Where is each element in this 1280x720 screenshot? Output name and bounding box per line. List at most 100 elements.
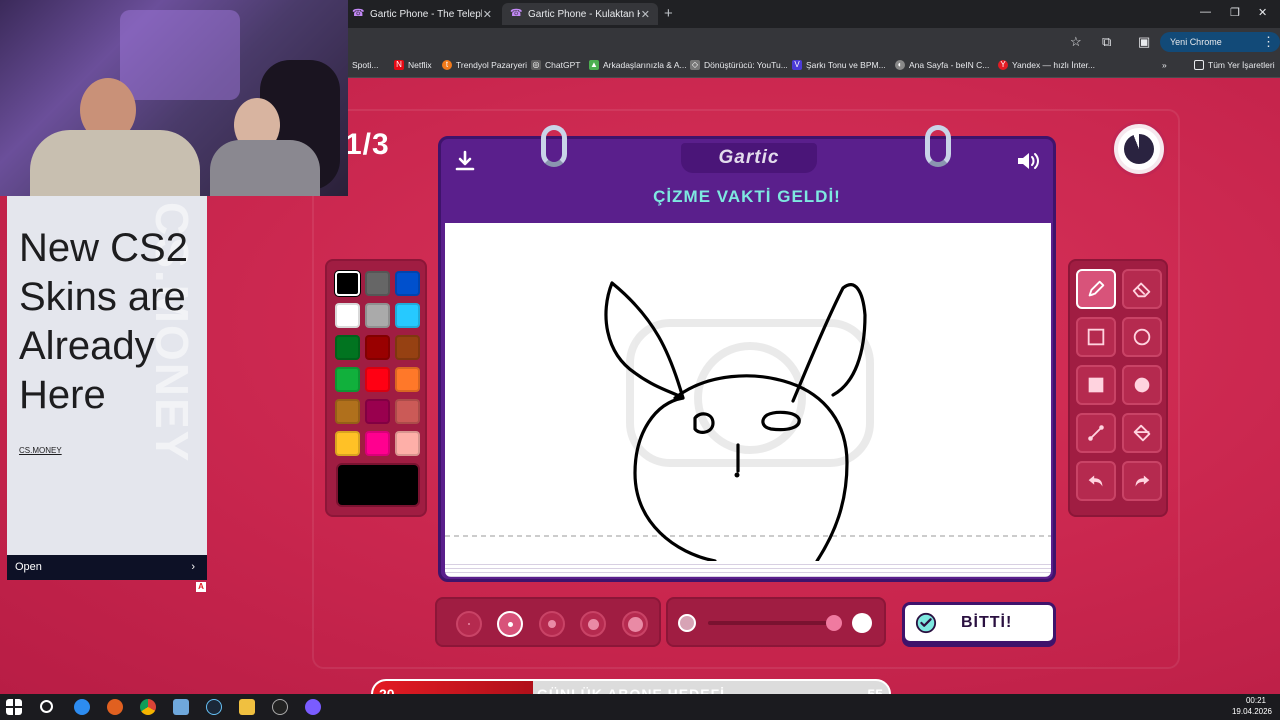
restore-icon[interactable]: ❐ xyxy=(1230,6,1240,19)
color-swatch-orange[interactable] xyxy=(395,367,420,392)
timer-progress xyxy=(1124,134,1154,164)
color-swatch-salmon[interactable] xyxy=(395,399,420,424)
close-tab-icon[interactable]: ✕ xyxy=(483,8,492,21)
undo-icon[interactable] xyxy=(1076,461,1116,501)
search-icon[interactable] xyxy=(40,700,53,713)
chrome-icon[interactable] xyxy=(140,699,156,715)
color-swatch-black[interactable] xyxy=(335,271,360,296)
brush-size-1[interactable] xyxy=(456,611,482,637)
minimize-icon[interactable]: — xyxy=(1200,6,1211,18)
steam-icon[interactable] xyxy=(206,699,222,715)
ad-brand-link[interactable]: CS.MONEY xyxy=(19,446,62,455)
trendyol-icon: t xyxy=(442,60,452,70)
folder-icon xyxy=(1194,60,1204,70)
clock-time[interactable]: 00:21 xyxy=(1246,696,1266,705)
rectangle-fill-icon[interactable] xyxy=(1076,365,1116,405)
tab-title: Gartic Phone - The Telephone ( xyxy=(370,8,482,20)
bookmark-item[interactable]: Y Yandex — hızlı İnter... xyxy=(998,60,1095,70)
color-swatch-white[interactable] xyxy=(335,303,360,328)
color-swatch-brown[interactable] xyxy=(395,335,420,360)
opacity-handle[interactable] xyxy=(826,615,842,631)
bookmarks-overflow-icon[interactable]: » xyxy=(1162,60,1167,70)
color-swatch-blue[interactable] xyxy=(395,271,420,296)
color-swatch-light-gray[interactable] xyxy=(365,303,390,328)
color-swatch-ochre[interactable] xyxy=(335,399,360,424)
color-swatch-plum[interactable] xyxy=(365,399,390,424)
drawing-notebook: Gartic ÇİZME VAKTİ GELDİ! xyxy=(438,125,1056,582)
speaker-icon[interactable] xyxy=(1015,149,1041,173)
current-color-preview[interactable] xyxy=(336,463,420,507)
ad-headline: New CS2 Skins are Already Here xyxy=(19,226,188,417)
color-swatch-yellow[interactable] xyxy=(335,431,360,456)
color-swatch-dark-red[interactable] xyxy=(365,335,390,360)
chevron-right-icon: › xyxy=(191,561,195,573)
bookmark-item[interactable]: V Şarkı Tonu ve BPM... xyxy=(792,60,886,70)
edge-icon[interactable] xyxy=(74,699,90,715)
brush-size-4[interactable] xyxy=(580,611,606,637)
bookmark-item[interactable]: Spoti... xyxy=(352,60,378,70)
eraser-icon[interactable] xyxy=(1122,269,1162,309)
bucket-icon[interactable] xyxy=(1122,413,1162,453)
app-icon[interactable] xyxy=(305,699,321,715)
all-bookmarks[interactable]: Tüm Yer İşaretleri xyxy=(1194,60,1275,70)
drawing-canvas[interactable] xyxy=(445,223,1051,561)
color-swatch-gray[interactable] xyxy=(365,271,390,296)
windows-start-icon[interactable] xyxy=(6,699,22,715)
brush-size-2[interactable] xyxy=(497,611,523,637)
extensions-icon[interactable]: ⧉ xyxy=(1102,34,1111,50)
download-icon[interactable] xyxy=(453,149,477,173)
app-icon[interactable] xyxy=(173,699,189,715)
line-icon[interactable] xyxy=(1076,413,1116,453)
plus-icon[interactable]: + xyxy=(664,5,673,22)
ellipse-outline-icon[interactable] xyxy=(1122,317,1162,357)
color-swatch-green[interactable] xyxy=(335,367,360,392)
drawing-strokes xyxy=(445,281,1051,561)
ellipse-fill-icon[interactable] xyxy=(1122,365,1162,405)
star-icon[interactable]: ☆ xyxy=(1070,34,1082,50)
close-window-icon[interactable]: ✕ xyxy=(1258,6,1267,19)
more-menu-icon[interactable]: ⋮ xyxy=(1262,34,1275,50)
bookmark-item[interactable]: t Trendyol Pazaryeri xyxy=(442,60,527,70)
color-swatch-light-pink[interactable] xyxy=(395,431,420,456)
clock-date[interactable]: 19.04.2026 xyxy=(1232,707,1272,716)
opacity-max-icon xyxy=(852,613,872,633)
bookmark-item[interactable]: N Netflix xyxy=(394,60,432,70)
color-swatch-light-blue[interactable] xyxy=(395,303,420,328)
ad-open-button[interactable]: Open › xyxy=(7,555,207,580)
app-icon[interactable] xyxy=(272,699,288,715)
telephone-icon: ☎ xyxy=(510,8,523,19)
bookmark-item[interactable]: ◐ Ana Sayfa - beIN C... xyxy=(895,60,989,70)
bookmark-item[interactable]: ◎ ChatGPT xyxy=(531,60,580,70)
bookmark-item[interactable]: ◇ Dönüştürücü: YouTu... xyxy=(690,60,788,70)
timer xyxy=(1114,124,1164,174)
bookmark-item[interactable]: ▲ Arkadaşlarınızla & A... xyxy=(589,60,687,70)
opacity-slider xyxy=(666,597,886,647)
tab-title: Gartic Phone - Kulaktan Kulağa xyxy=(528,8,640,20)
tab-gartic-kulaktan[interactable]: ☎ Gartic Phone - Kulaktan Kulağa ✕ xyxy=(502,3,658,25)
file-explorer-icon[interactable] xyxy=(239,699,255,715)
redo-icon[interactable] xyxy=(1122,461,1162,501)
color-swatch-red[interactable] xyxy=(365,367,390,392)
rectangle-outline-icon[interactable] xyxy=(1076,317,1116,357)
ad-choices-icon[interactable]: A xyxy=(196,582,206,592)
brush-size-5[interactable] xyxy=(622,611,648,637)
advertisement[interactable]: CS.MONEY New CS2 Skins are Already Here … xyxy=(7,196,207,580)
brush-size-3[interactable] xyxy=(539,611,565,637)
opacity-min-icon xyxy=(678,614,696,632)
opacity-track[interactable] xyxy=(708,621,836,625)
color-palette xyxy=(325,259,427,517)
color-swatch-pink[interactable] xyxy=(365,431,390,456)
tab-gartic-telephone[interactable]: ☎ Gartic Phone - The Telephone ( ✕ xyxy=(344,3,500,25)
notebook-page-stack xyxy=(445,561,1051,577)
profile-icon[interactable]: ▣ xyxy=(1138,34,1150,50)
pencil-icon[interactable] xyxy=(1076,269,1116,309)
app-icon[interactable] xyxy=(107,699,123,715)
close-tab-icon[interactable]: ✕ xyxy=(641,8,650,21)
webcam-person-1-shirt xyxy=(30,130,200,196)
brush-size-selector xyxy=(435,597,661,647)
done-button[interactable]: BİTTİ! xyxy=(902,602,1056,644)
converter-icon: ◇ xyxy=(690,60,700,70)
webcam-person-2-shirt xyxy=(210,140,320,196)
color-swatch-dark-green[interactable] xyxy=(335,335,360,360)
bpm-icon: V xyxy=(792,60,802,70)
